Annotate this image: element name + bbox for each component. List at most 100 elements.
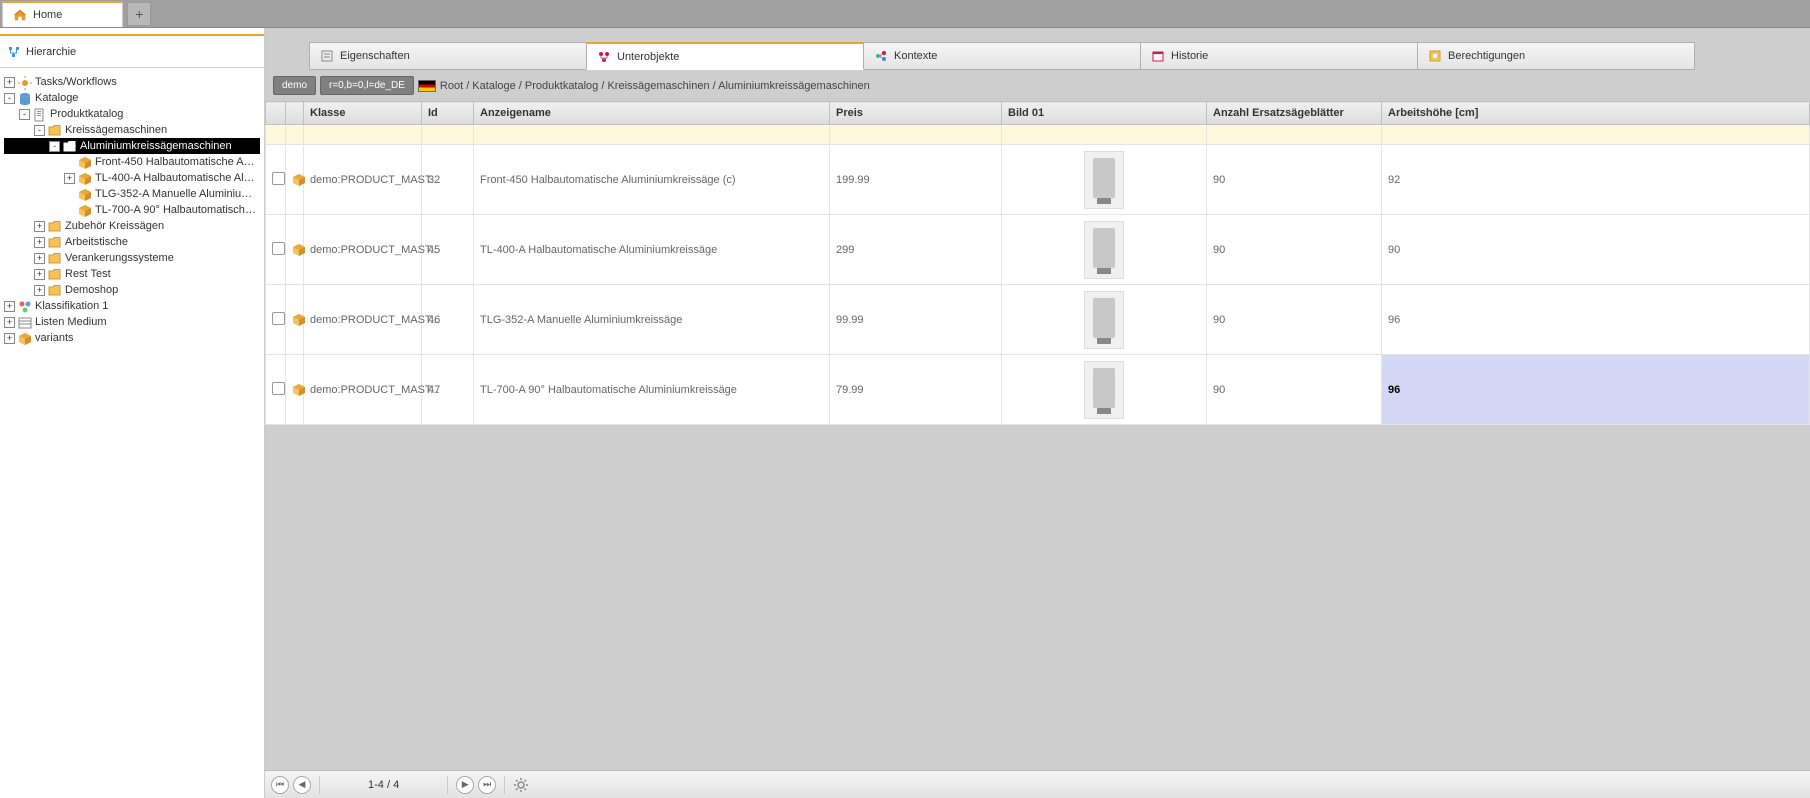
collapse-icon[interactable]: - (4, 93, 15, 104)
checkbox-cell[interactable] (266, 145, 286, 215)
home-icon (13, 8, 27, 22)
tab-home[interactable]: Home (2, 1, 123, 27)
content-tabs: Eigenschaften Unterobjekte KontexteHistori… (265, 28, 1810, 70)
collapse-icon[interactable]: - (34, 125, 45, 136)
filter-cell[interactable] (266, 125, 286, 145)
tree-node[interactable]: Front-450 Halbautomatische Alumi... (4, 154, 260, 170)
app-tabbar: Home + (0, 0, 1810, 28)
box-icon (292, 383, 306, 397)
tree-node[interactable]: -Kreissägemaschinen (4, 122, 260, 138)
checkbox-cell[interactable] (266, 285, 286, 355)
tree-node[interactable]: TL-700-A 90° Halbautomatische Al... (4, 202, 260, 218)
tab-add-button[interactable]: + (127, 2, 151, 26)
column-header[interactable]: Klasse (304, 102, 422, 125)
expand-icon[interactable]: + (34, 237, 45, 248)
tree-node[interactable]: +Zubehör Kreissägen (4, 218, 260, 234)
folder-icon (48, 284, 62, 296)
tree-node[interactable]: + TL-400-A Halbautomatische Alumi... (4, 170, 260, 186)
filter-cell[interactable] (830, 125, 1002, 145)
tree-node[interactable]: +variants (4, 330, 260, 346)
expand-icon[interactable]: + (4, 77, 15, 88)
tree-node[interactable]: -Aluminiumkreissägemaschinen (4, 138, 260, 154)
checkbox-cell[interactable] (266, 215, 286, 285)
row-checkbox[interactable] (272, 312, 285, 325)
cell-anzahl: 90 (1207, 145, 1382, 215)
expand-icon[interactable]: + (34, 269, 45, 280)
cell-preis: 79.99 (830, 355, 1002, 425)
folder-open-icon (63, 140, 77, 152)
cell-arbeitshoehe[interactable]: 96 (1382, 355, 1810, 425)
tab-eigenschaften[interactable]: Eigenschaften (309, 42, 587, 70)
expand-icon[interactable]: + (4, 317, 15, 328)
expand-icon[interactable]: + (34, 221, 45, 232)
cell-arbeitshoehe[interactable]: 92 (1382, 145, 1810, 215)
column-header[interactable]: Id (422, 102, 474, 125)
tree-node[interactable]: +Verankerungssysteme (4, 250, 260, 266)
pager: ⏮ ◀ 1-4 / 4 ▶ ⏭ (265, 770, 1810, 798)
column-header[interactable] (286, 102, 304, 125)
filter-cell[interactable] (286, 125, 304, 145)
tab-kontexte[interactable]: Kontexte (863, 42, 1141, 70)
filter-cell[interactable] (1002, 125, 1207, 145)
column-header[interactable]: Preis (830, 102, 1002, 125)
history-icon (1151, 49, 1165, 63)
table-row[interactable]: demo:PRODUCT_MAST...46TLG-352-A Manuelle… (266, 285, 1810, 355)
tree-node-label: TL-400-A Halbautomatische Alumi... (95, 172, 256, 184)
column-header[interactable]: Arbeitshöhe [cm] (1382, 102, 1810, 125)
tree-node[interactable]: TLG-352-A Manuelle Aluminiumkr... (4, 186, 260, 202)
checkbox-cell[interactable] (266, 355, 286, 425)
expand-icon[interactable]: + (4, 301, 15, 312)
row-checkbox[interactable] (272, 242, 285, 255)
tree-node[interactable]: +Tasks/Workflows (4, 74, 260, 90)
tree-node[interactable]: +Klassifikation 1 (4, 298, 260, 314)
collapse-icon[interactable]: - (19, 109, 30, 120)
tab-unterobjekte[interactable]: Unterobjekte (586, 42, 864, 70)
cell-preis: 99.99 (830, 285, 1002, 355)
collapse-icon[interactable]: - (49, 141, 60, 152)
tab-berechtigungen[interactable]: Berechtigungen (1417, 42, 1695, 70)
expand-icon[interactable]: + (34, 253, 45, 264)
table-row[interactable]: demo:PRODUCT_MAST...45TL-400-A Halbautom… (266, 215, 1810, 285)
expand-icon[interactable]: + (34, 285, 45, 296)
filter-cell[interactable] (474, 125, 830, 145)
pager-next-button[interactable]: ▶ (456, 776, 474, 794)
column-header[interactable] (266, 102, 286, 125)
pill-locale[interactable]: r=0,b=0,l=de_DE (320, 76, 414, 95)
icon-cell (286, 145, 304, 215)
column-header[interactable]: Bild 01 (1002, 102, 1207, 125)
cell-arbeitshoehe[interactable]: 96 (1382, 285, 1810, 355)
tab-label: Unterobjekte (617, 51, 679, 63)
product-image (1084, 221, 1124, 279)
column-header[interactable]: Anzeigename (474, 102, 830, 125)
tree-node[interactable]: +Demoshop (4, 282, 260, 298)
tab-historie[interactable]: Historie (1140, 42, 1418, 70)
data-grid[interactable]: KlasseIdAnzeigenamePreisBild 01Anzahl Er… (265, 101, 1810, 425)
pager-last-button[interactable]: ⏭ (478, 776, 496, 794)
expand-icon[interactable]: + (64, 173, 75, 184)
sidebar: Hierarchie +Tasks/Workflows-Kataloge-Pro… (0, 28, 265, 798)
tree-node[interactable]: +Rest Test (4, 266, 260, 282)
tree-node[interactable]: +Arbeitstische (4, 234, 260, 250)
folder-icon (48, 268, 62, 280)
row-checkbox[interactable] (272, 172, 285, 185)
row-checkbox[interactable] (272, 382, 285, 395)
table-row[interactable]: demo:PRODUCT_MAST...47TL-700-A 90° Halba… (266, 355, 1810, 425)
gear-icon[interactable] (513, 777, 529, 793)
column-header[interactable]: Anzahl Ersatzsägeblätter (1207, 102, 1382, 125)
pager-prev-button[interactable]: ◀ (293, 776, 311, 794)
tree[interactable]: +Tasks/Workflows-Kataloge-Produktkatalog… (0, 68, 264, 798)
tree-node[interactable]: +Listen Medium (4, 314, 260, 330)
filter-cell[interactable] (1207, 125, 1382, 145)
pager-first-button[interactable]: ⏮ (271, 776, 289, 794)
filter-cell[interactable] (1382, 125, 1810, 145)
tree-node[interactable]: -Kataloge (4, 90, 260, 106)
cell-arbeitshoehe[interactable]: 90 (1382, 215, 1810, 285)
filter-cell[interactable] (422, 125, 474, 145)
table-row[interactable]: demo:PRODUCT_MAST...32Front-450 Halbauto… (266, 145, 1810, 215)
pill-demo[interactable]: demo (273, 76, 316, 95)
cell-preis: 299 (830, 215, 1002, 285)
filter-cell[interactable] (304, 125, 422, 145)
breadcrumb-path[interactable]: Root / Kataloge / Produktkatalog / Kreis… (440, 80, 870, 92)
expand-icon[interactable]: + (4, 333, 15, 344)
tree-node[interactable]: -Produktkatalog (4, 106, 260, 122)
